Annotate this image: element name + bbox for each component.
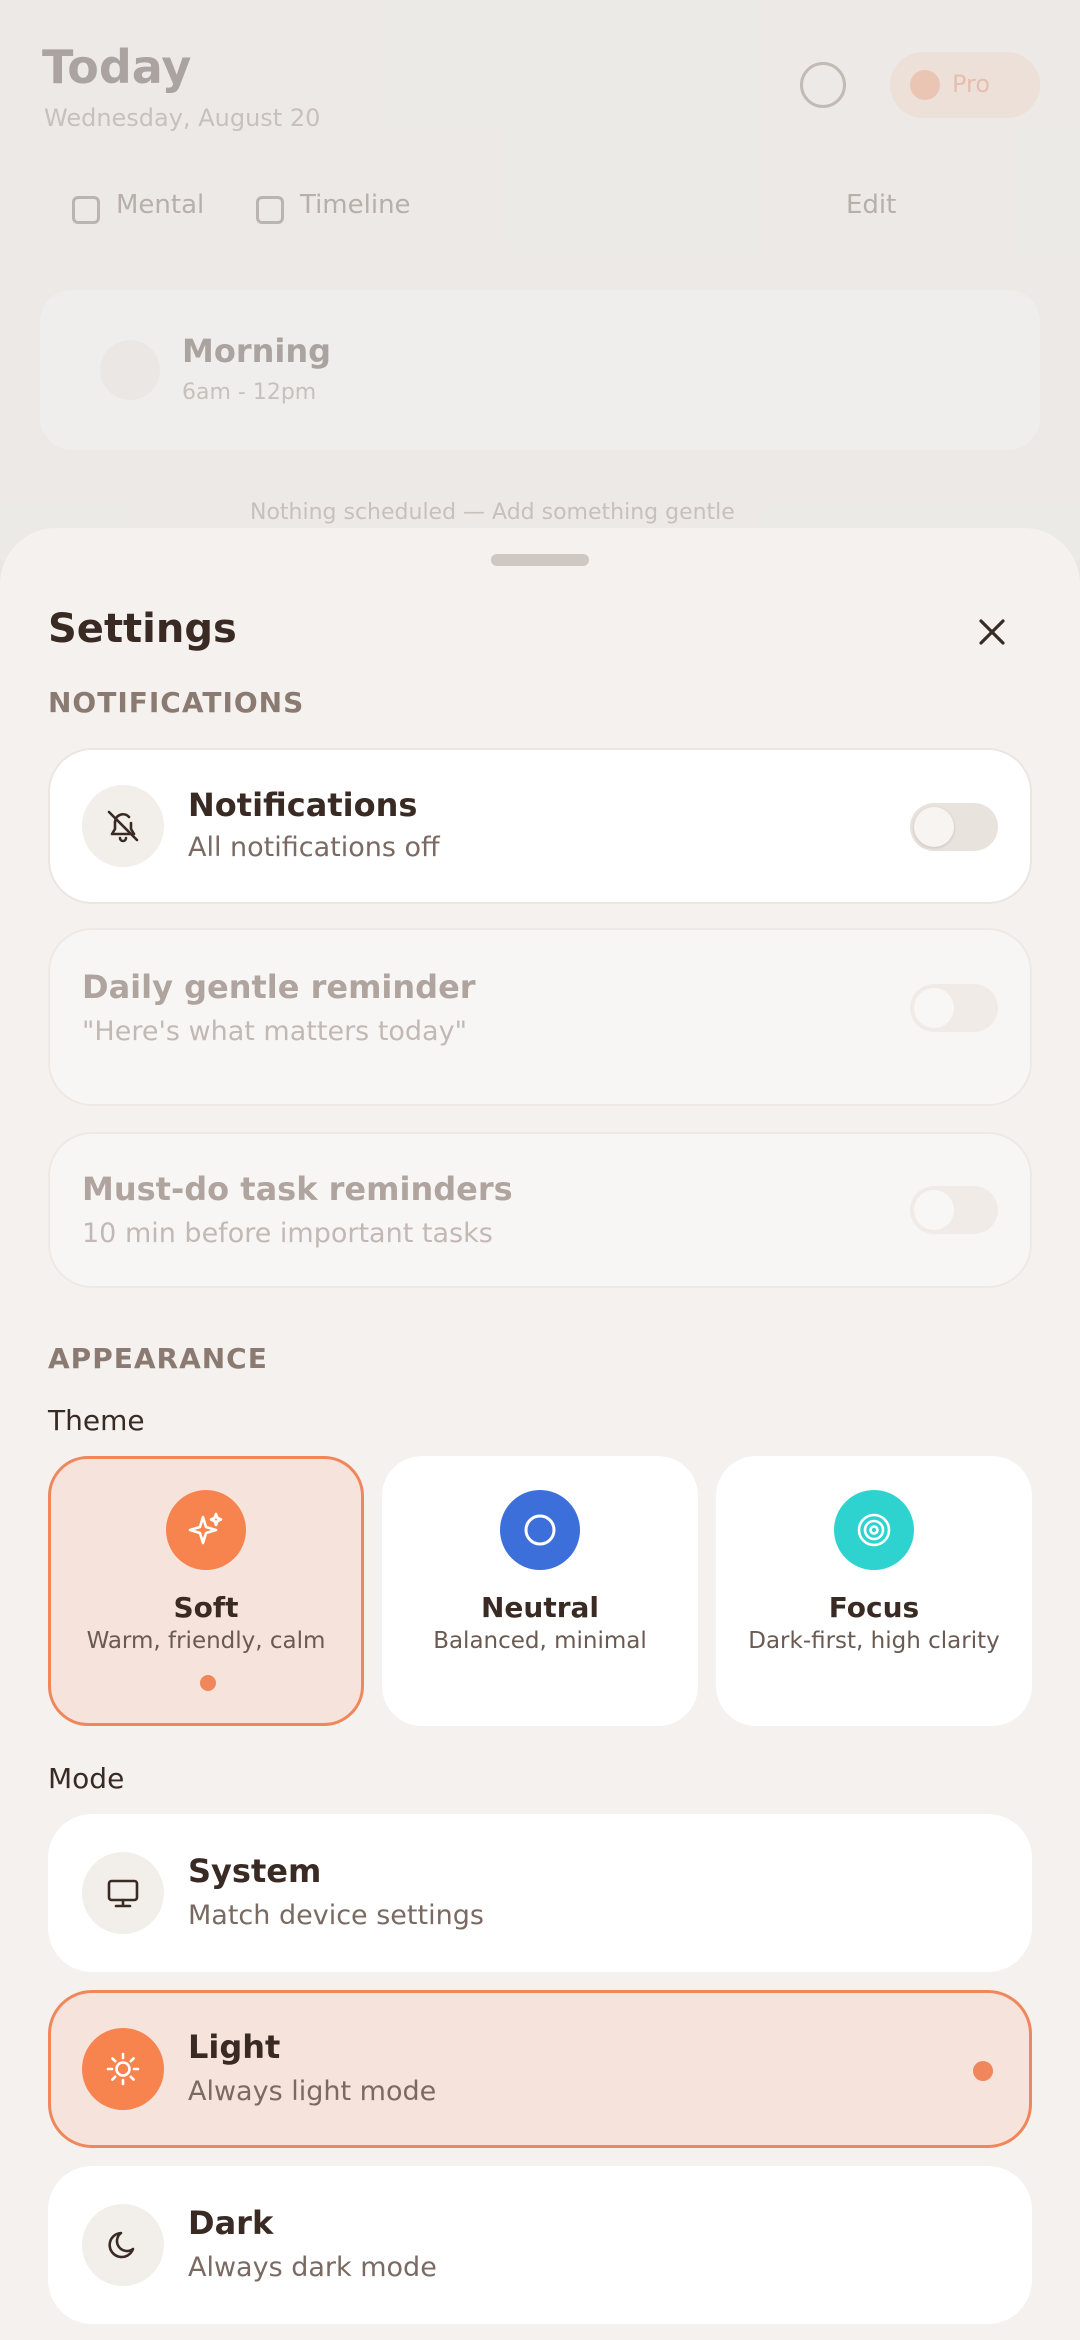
daily-reminder-row: Daily gentle reminder "Here's what matte…	[48, 928, 1032, 1106]
must-do-reminders-title: Must-do task reminders	[82, 1170, 513, 1208]
morning-icon	[100, 340, 160, 400]
theme-option-soft[interactable]: Soft Warm, friendly, calm	[48, 1456, 364, 1726]
notifications-subtitle: All notifications off	[188, 832, 440, 863]
sun-icon	[82, 2028, 164, 2110]
mode-title: System	[188, 1852, 322, 1890]
morning-time: 6am - 12pm	[182, 380, 317, 405]
toggle-knob	[914, 1190, 954, 1230]
drag-handle[interactable]	[491, 554, 589, 566]
moon-icon	[82, 2204, 164, 2286]
tab-timeline: Timeline	[300, 190, 411, 220]
toggle-knob	[914, 988, 954, 1028]
empty-state-text: Nothing scheduled — Add something gentle	[250, 500, 735, 525]
mode-option-system[interactable]: System Match device settings	[48, 1814, 1032, 1972]
target-icon	[834, 1490, 914, 1570]
selected-indicator	[973, 2061, 993, 2081]
theme-option-neutral[interactable]: Neutral Balanced, minimal	[382, 1456, 698, 1726]
settings-sheet: Settings NOTIFICATIONS Notifications All…	[0, 528, 1080, 2340]
timeline-tab-icon	[256, 196, 284, 224]
must-do-reminders-row: Must-do task reminders 10 min before imp…	[48, 1132, 1032, 1288]
tab-mental: Mental	[116, 190, 205, 220]
mode-option-light[interactable]: Light Always light mode	[48, 1990, 1032, 2148]
appearance-section-label: APPEARANCE	[48, 1342, 268, 1375]
selected-indicator	[200, 1675, 216, 1691]
daily-reminder-title: Daily gentle reminder	[82, 968, 476, 1006]
circle-icon	[500, 1490, 580, 1570]
theme-name: Neutral	[480, 1591, 600, 1624]
background-app: Today Wednesday, August 20 Pro Mental Ti…	[0, 0, 1080, 560]
notifications-row[interactable]: Notifications All notifications off	[48, 748, 1032, 904]
mode-subtitle: Always light mode	[188, 2076, 437, 2107]
theme-option-focus[interactable]: Focus Dark-first, high clarity	[716, 1456, 1032, 1726]
notifications-title: Notifications	[188, 786, 418, 824]
mode-title: Dark	[188, 2204, 274, 2242]
daily-reminder-toggle	[910, 984, 998, 1032]
edit-link: Edit	[846, 190, 897, 220]
page-title: Today	[42, 40, 192, 94]
gear-icon	[800, 62, 846, 108]
theme-description: Balanced, minimal	[433, 1628, 647, 1654]
pro-pill: Pro	[890, 52, 1040, 118]
must-do-reminders-subtitle: 10 min before important tasks	[82, 1218, 493, 1249]
daily-reminder-subtitle: "Here's what matters today"	[82, 1016, 468, 1047]
toggle-knob	[914, 807, 954, 847]
notifications-section-label: NOTIFICATIONS	[48, 686, 305, 719]
mode-subtitle: Match device settings	[188, 1900, 484, 1931]
morning-card: Morning 6am - 12pm	[40, 290, 1040, 450]
theme-label: Theme	[48, 1404, 145, 1437]
must-do-reminders-toggle	[910, 1186, 998, 1234]
notifications-toggle[interactable]	[910, 803, 998, 851]
close-button[interactable]	[962, 602, 1022, 662]
mode-option-dark[interactable]: Dark Always dark mode	[48, 2166, 1032, 2324]
mode-label: Mode	[48, 1762, 125, 1795]
page-date: Wednesday, August 20	[44, 104, 321, 132]
monitor-icon	[82, 1852, 164, 1934]
theme-name: Focus	[828, 1591, 920, 1624]
mode-subtitle: Always dark mode	[188, 2252, 437, 2283]
mental-tab-icon	[72, 196, 100, 224]
pro-label: Pro	[952, 70, 991, 98]
close-icon	[979, 619, 1005, 645]
theme-name: Soft	[173, 1591, 239, 1624]
morning-title: Morning	[182, 332, 332, 370]
pro-icon	[910, 70, 940, 100]
theme-description: Warm, friendly, calm	[86, 1628, 326, 1654]
bell-off-icon	[82, 785, 164, 867]
mode-title: Light	[188, 2028, 281, 2066]
sparkle-icon	[166, 1490, 246, 1570]
theme-description: Dark-first, high clarity	[748, 1628, 1000, 1654]
settings-title: Settings	[48, 606, 237, 652]
